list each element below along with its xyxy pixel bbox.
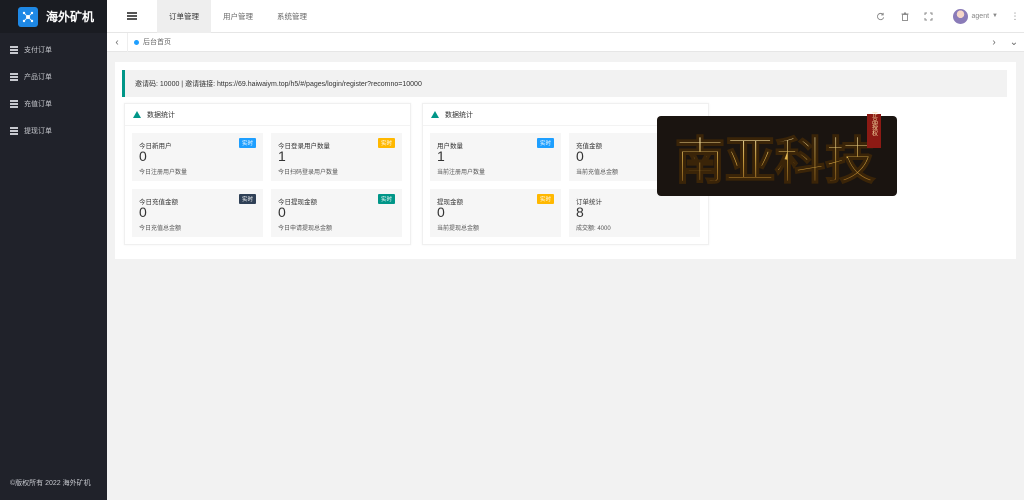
watermark-text: 南亚科技 [675, 131, 875, 190]
chevron-down-icon[interactable]: ⌄ [1004, 33, 1024, 52]
stat-card-withdraw-total: 提现金额 实时 0 当前提现总金额 [430, 189, 561, 237]
sidebar-item-label: 产品订单 [24, 73, 52, 81]
panel-title: 数据统计 [147, 111, 175, 119]
status-badge: 实时 [238, 138, 256, 148]
status-badge: 实时 [377, 138, 395, 148]
fullscreen-icon[interactable] [917, 0, 941, 33]
list-icon [10, 73, 18, 80]
list-icon [10, 100, 18, 107]
copyright: ©版权所有 2022 海外矿机 [10, 480, 91, 487]
page-tabbar: ‹ 后台首页 › ⌄ [107, 32, 1024, 52]
status-badge: 实时 [536, 138, 554, 148]
stat-desc: 今日注册用户数量 [139, 170, 188, 176]
app-title: 海外矿机 [46, 10, 95, 24]
refresh-icon[interactable] [869, 0, 893, 33]
stat-card-recharge: 今日充值金额 实时 0 今日充值总金额 [132, 189, 263, 237]
avatar[interactable] [952, 8, 968, 24]
stat-card-user-count: 用户数量 实时 1 当前注册用户数量 [430, 133, 561, 181]
chevron-down-icon[interactable]: ▼ [992, 13, 998, 19]
brand[interactable]: 海外矿机 [0, 0, 107, 33]
warning-icon [133, 111, 141, 118]
sidebar-item-label: 充值订单 [24, 100, 52, 108]
stat-desc: 当前充值总金额 [576, 170, 619, 176]
panel-title: 数据统计 [445, 111, 473, 119]
stat-card-withdraw: 今日提现金额 实时 0 今日申请提现总金额 [271, 189, 402, 237]
invite-banner: 邀请码: 10000 | 邀请链接: https://69.haiwaiym.t… [122, 70, 1007, 97]
sidebar-item-label: 支付订单 [24, 46, 52, 54]
chevron-left-icon[interactable]: ‹ [107, 33, 127, 52]
stat-desc: 成交额: 4000 [576, 226, 611, 232]
stat-value: 1 [278, 148, 286, 164]
stat-value: 0 [576, 148, 584, 164]
page-tab-label: 后台首页 [143, 39, 171, 46]
tab-order-management[interactable]: 订单管理 [157, 0, 211, 33]
active-dot-icon [134, 39, 139, 45]
tab-system-management[interactable]: 系统管理 [265, 0, 319, 33]
sidebar-item-recharge-orders[interactable]: 充值订单 [0, 90, 107, 117]
sidebar-nav: 支付订单 产品订单 充值订单 提现订单 [0, 33, 107, 144]
stat-value: 0 [139, 148, 147, 164]
stat-card-new-users: 今日新用户 实时 0 今日注册用户数量 [132, 133, 263, 181]
sidebar-item-payment-orders[interactable]: 支付订单 [0, 36, 107, 63]
watermark-small: 正品授权 [871, 112, 878, 137]
sidebar-item-label: 提现订单 [24, 127, 52, 135]
stat-desc: 今日申请提现总金额 [278, 226, 333, 232]
stat-value: 0 [139, 204, 147, 220]
list-icon [10, 127, 18, 134]
warning-icon [431, 111, 439, 118]
list-icon [10, 46, 18, 53]
page-tab-home[interactable]: 后台首页 [127, 32, 171, 52]
stat-card-login-users: 今日登录用户数量 实时 1 今日扫码登录用户数量 [271, 133, 402, 181]
stat-desc: 当前提现总金额 [437, 226, 480, 232]
sidebar-item-product-orders[interactable]: 产品订单 [0, 63, 107, 90]
chevron-right-icon[interactable]: › [984, 33, 1004, 52]
stat-desc: 今日充值总金额 [139, 226, 182, 232]
stat-desc: 当前注册用户数量 [437, 170, 486, 176]
more-vertical-icon[interactable]: ⋮ [1006, 11, 1024, 22]
stat-value: 0 [437, 204, 445, 220]
sidebar-item-withdraw-orders[interactable]: 提现订单 [0, 117, 107, 144]
top-header: 订单管理 用户管理 系统管理 agent ▼ ⋮ [107, 0, 1024, 33]
status-badge: 实时 [377, 194, 395, 204]
stat-desc: 今日扫码登录用户数量 [278, 170, 339, 176]
user-name[interactable]: agent [972, 13, 990, 20]
status-badge: 实时 [238, 194, 256, 204]
watermark-logo: 南亚科技 正品授权 [657, 112, 897, 196]
stat-value: 1 [437, 148, 445, 164]
stat-value: 0 [278, 204, 286, 220]
stat-value: 8 [576, 204, 584, 220]
tab-user-management[interactable]: 用户管理 [211, 0, 265, 33]
menu-toggle-button[interactable] [107, 0, 157, 33]
hamburger-icon [127, 13, 137, 19]
trash-icon[interactable] [893, 0, 917, 33]
sidebar: 海外矿机 支付订单 产品订单 充值订单 提现订单 ©版权所有 2022 海外矿机 [0, 0, 107, 500]
status-badge: 实时 [536, 194, 554, 204]
app-logo-icon [18, 6, 38, 27]
